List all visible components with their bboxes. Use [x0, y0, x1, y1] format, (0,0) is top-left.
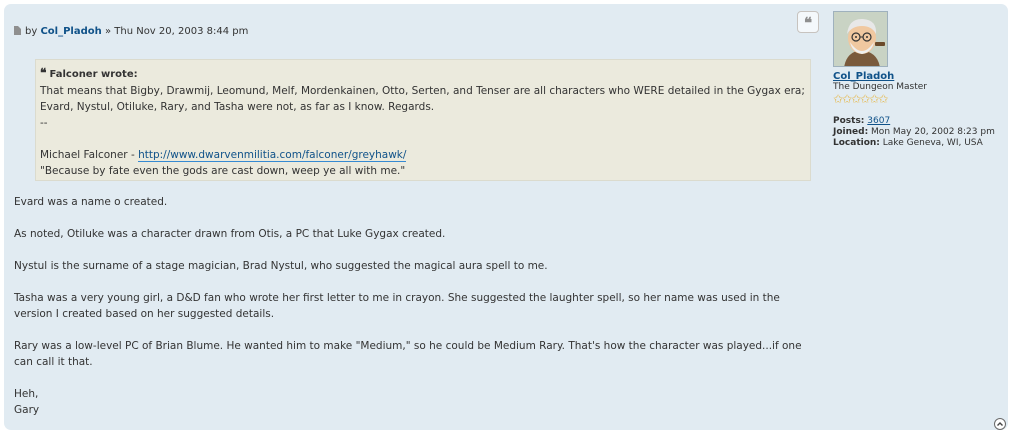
signature-link[interactable]: http://www.dwarvenmilitia.com/falconer/g… [138, 149, 407, 162]
signoff-name: Gary [14, 404, 40, 416]
post-content: Evard was a name o created. As noted, Ot… [14, 194, 814, 434]
quoted-post: ❝ Falconer wrote: That means that Bigby, … [35, 59, 811, 181]
quote-dashes: -- [40, 117, 48, 129]
paragraph: As noted, Otiluke was a character drawn … [14, 228, 446, 240]
paragraph: Tasha was a very young girl, a D&D fan w… [14, 292, 780, 320]
back-to-top-button[interactable] [994, 418, 1006, 430]
author-link[interactable]: Col_Pladoh [40, 26, 101, 37]
paragraph: Nystul is the surname of a stage magicia… [14, 260, 548, 272]
profile-posts: Posts: 3607 [833, 116, 1008, 127]
post-icon[interactable] [14, 26, 21, 35]
post-profile: Col_Pladoh The Dungeon Master ✩✩✩✩✩✩ Pos… [833, 11, 1008, 149]
signature-motto: "Because by fate even the gods are cast … [40, 165, 406, 177]
chevron-up-icon [997, 422, 1003, 426]
quote-signature-line: Michael Falconer - http://www.dwarvenmil… [40, 147, 806, 163]
quote-mark-icon: ❝ [40, 66, 47, 80]
location-label: Location: [833, 138, 880, 148]
post-author-line: by Col_Pladoh » Thu Nov 20, 2003 8:44 pm [14, 26, 248, 37]
profile-username[interactable]: Col_Pladoh [833, 71, 1008, 82]
paragraph: Rary was a low-level PC of Brian Blume. … [14, 340, 802, 368]
profile-joined: Joined: Mon May 20, 2002 8:23 pm [833, 127, 1008, 138]
location-value: Lake Geneva, WI, USA [882, 138, 983, 148]
quote-cite: ❝ Falconer wrote: [40, 65, 806, 83]
joined-label: Joined: [833, 127, 869, 137]
post-datetime: Thu Nov 20, 2003 8:44 pm [114, 26, 249, 37]
separator: » [104, 26, 112, 37]
quote-cite-text: Falconer wrote: [49, 69, 138, 80]
signoff-line: Heh, [14, 388, 39, 400]
quote-button[interactable]: ❝ [797, 11, 819, 33]
signoff: Heh, Gary [14, 386, 814, 418]
author-prefix: by [25, 26, 38, 37]
posts-label: Posts: [833, 116, 865, 126]
rank-stars-icon: ✩✩✩✩✩✩ [833, 92, 888, 106]
paragraph: Evard was a name o created. [14, 196, 168, 208]
signature-name: Michael Falconer - [40, 149, 135, 161]
post-container: by Col_Pladoh » Thu Nov 20, 2003 8:44 pm… [4, 4, 1008, 430]
quote-text: That means that Bigby, Drawmij, Leomund,… [40, 85, 805, 113]
avatar-image [834, 12, 887, 66]
profile-details: Posts: 3607 Joined: Mon May 20, 2002 8:2… [833, 116, 1008, 149]
quote-icon: ❝ [803, 14, 813, 32]
posts-count-link[interactable]: 3607 [867, 116, 890, 126]
profile-location: Location: Lake Geneva, WI, USA [833, 138, 1008, 149]
quote-spacer [40, 131, 806, 147]
avatar[interactable] [833, 11, 888, 67]
joined-value: Mon May 20, 2002 8:23 pm [871, 127, 995, 137]
